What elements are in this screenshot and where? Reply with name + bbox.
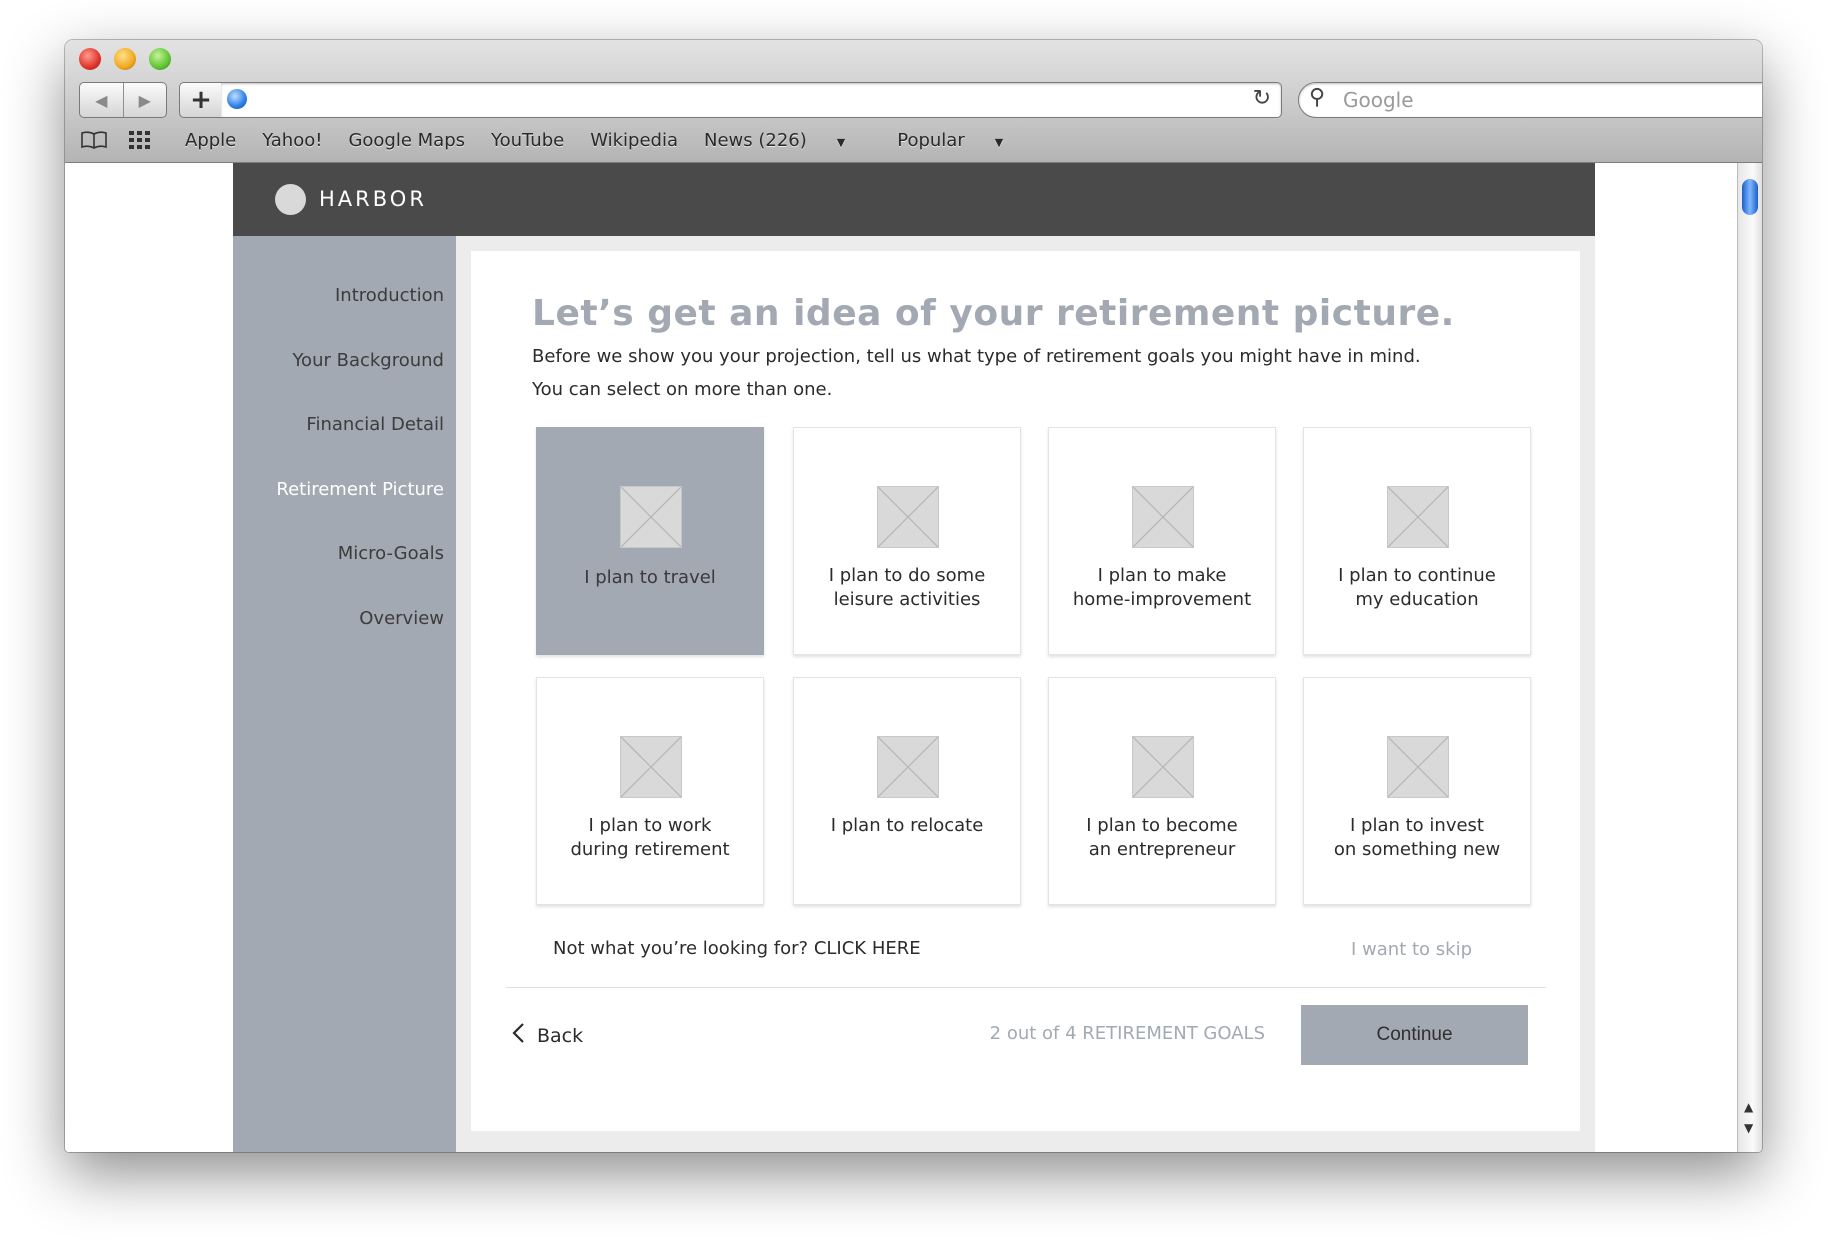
bookmark-popular[interactable]: Popular ▼ bbox=[897, 130, 1029, 151]
address-bar[interactable]: ↻ bbox=[221, 82, 1282, 118]
history-buttons: ◀ ▶ bbox=[79, 82, 167, 118]
page-instruction: You can select on more than one. bbox=[532, 379, 833, 400]
click-here-link[interactable]: Not what you’re looking for? CLICK HERE bbox=[553, 938, 921, 959]
bookmark-youtube[interactable]: YouTube bbox=[491, 130, 564, 151]
bookmark-news-label: News (226) bbox=[704, 129, 807, 151]
back-arrow-icon[interactable]: ◀ bbox=[80, 83, 123, 117]
browser-window: ◀ ▶ + ↻ ⚲ Google Apple Yahoo! Google Map… bbox=[65, 40, 1762, 1152]
placeholder-image-icon bbox=[1387, 736, 1449, 798]
app-header: HARBOR bbox=[233, 163, 1595, 236]
sidebar-item-overview[interactable]: Overview bbox=[359, 608, 444, 629]
sidebar-item-introduction[interactable]: Introduction bbox=[335, 285, 444, 306]
plus-icon: + bbox=[190, 85, 212, 115]
scroll-down-icon[interactable]: ▼ bbox=[1744, 1121, 1753, 1135]
book-icon[interactable] bbox=[79, 129, 109, 151]
scrollbar-thumb[interactable] bbox=[1742, 179, 1758, 215]
vertical-scrollbar[interactable]: ▲ ▼ bbox=[1737, 163, 1762, 1152]
dropdown-arrow-icon: ▼ bbox=[994, 135, 1004, 149]
goal-card-leisure[interactable]: I plan to do some leisure activities bbox=[793, 427, 1021, 655]
goal-card-travel[interactable]: I plan to travel bbox=[536, 427, 764, 655]
goal-card-label: I plan to do some leisure activities bbox=[828, 565, 986, 610]
reload-icon[interactable]: ↻ bbox=[1253, 86, 1271, 111]
scroll-up-icon[interactable]: ▲ bbox=[1744, 1100, 1753, 1114]
goal-card-label: I plan to travel bbox=[584, 567, 716, 588]
placeholder-image-icon bbox=[1132, 736, 1194, 798]
page-title: Let’s get an idea of your retirement pic… bbox=[532, 293, 1455, 334]
goal-card-label: I plan to work during retirement bbox=[570, 815, 730, 860]
goal-card-label: I plan to invest on something new bbox=[1333, 815, 1501, 860]
continue-button[interactable]: Continue bbox=[1301, 1005, 1528, 1065]
back-button[interactable]: Back bbox=[511, 1022, 583, 1050]
search-icon: ⚲ bbox=[1309, 85, 1326, 110]
skip-link[interactable]: I want to skip bbox=[1351, 939, 1472, 960]
goals-panel: Let’s get an idea of your retirement pic… bbox=[471, 251, 1580, 1131]
goal-card-home-improvement[interactable]: I plan to make home-improvement bbox=[1048, 427, 1276, 655]
bookmarks-bar: Apple Yahoo! Google Maps YouTube Wikiped… bbox=[65, 124, 1762, 156]
harbor-app: HARBOR Introduction Your Background Fina… bbox=[233, 163, 1595, 1152]
placeholder-image-icon bbox=[877, 486, 939, 548]
goal-card-label: I plan to become an entrepreneur bbox=[1086, 815, 1238, 860]
bookmark-google-maps[interactable]: Google Maps bbox=[348, 130, 465, 151]
bookmark-news[interactable]: News (226) ▼ bbox=[704, 130, 871, 151]
goal-card-work[interactable]: I plan to work during retirement bbox=[536, 677, 764, 905]
goal-card-label: I plan to relocate bbox=[830, 815, 984, 836]
goal-card-relocate[interactable]: I plan to relocate bbox=[793, 677, 1021, 905]
sidebar-item-financial-detail[interactable]: Financial Detail bbox=[306, 414, 444, 435]
placeholder-image-icon bbox=[620, 486, 682, 548]
search-placeholder: Google bbox=[1343, 88, 1414, 112]
bookmark-popular-label: Popular bbox=[897, 129, 965, 151]
goal-card-entrepreneur[interactable]: I plan to become an entrepreneur bbox=[1048, 677, 1276, 905]
goal-card-education[interactable]: I plan to continue my education bbox=[1303, 427, 1531, 655]
logo-icon bbox=[275, 184, 306, 215]
placeholder-image-icon bbox=[1387, 486, 1449, 548]
grid-icon[interactable] bbox=[125, 129, 155, 151]
search-field[interactable]: ⚲ Google bbox=[1298, 82, 1762, 118]
page-viewport: HARBOR Introduction Your Background Fina… bbox=[65, 163, 1737, 1152]
bookmark-yahoo[interactable]: Yahoo! bbox=[262, 130, 322, 151]
goal-card-label: I plan to continue my education bbox=[1338, 565, 1496, 610]
bookmark-apple[interactable]: Apple bbox=[185, 130, 236, 151]
placeholder-image-icon bbox=[620, 736, 682, 798]
zoom-window-button[interactable] bbox=[149, 48, 171, 70]
browser-toolbar: ◀ ▶ + ↻ ⚲ Google Apple Yahoo! Google Map… bbox=[65, 40, 1762, 163]
placeholder-image-icon bbox=[877, 736, 939, 798]
chevron-left-icon bbox=[511, 1022, 525, 1050]
step-sidebar: Introduction Your Background Financial D… bbox=[233, 236, 456, 1152]
goals-progress-text: 2 out of 4 RETIREMENT GOALS bbox=[989, 1023, 1265, 1044]
placeholder-image-icon bbox=[1132, 486, 1194, 548]
forward-arrow-icon[interactable]: ▶ bbox=[122, 83, 167, 117]
sidebar-item-micro-goals[interactable]: Micro-Goals bbox=[338, 543, 444, 564]
bookmark-wikipedia[interactable]: Wikipedia bbox=[590, 130, 678, 151]
sidebar-item-your-background[interactable]: Your Background bbox=[292, 350, 444, 371]
footer-divider bbox=[506, 987, 1546, 988]
close-window-button[interactable] bbox=[79, 48, 101, 70]
page-subtitle: Before we show you your projection, tell… bbox=[532, 346, 1421, 367]
back-button-label: Back bbox=[537, 1025, 584, 1047]
add-bookmark-button[interactable]: + bbox=[179, 82, 223, 118]
globe-icon bbox=[227, 89, 247, 109]
goal-card-invest[interactable]: I plan to invest on something new bbox=[1303, 677, 1531, 905]
brand-name: HARBOR bbox=[319, 187, 427, 211]
goal-card-label: I plan to make home-improvement bbox=[1072, 565, 1252, 610]
minimize-window-button[interactable] bbox=[114, 48, 136, 70]
sidebar-item-retirement-picture[interactable]: Retirement Picture bbox=[276, 479, 444, 500]
dropdown-arrow-icon: ▼ bbox=[836, 135, 846, 149]
